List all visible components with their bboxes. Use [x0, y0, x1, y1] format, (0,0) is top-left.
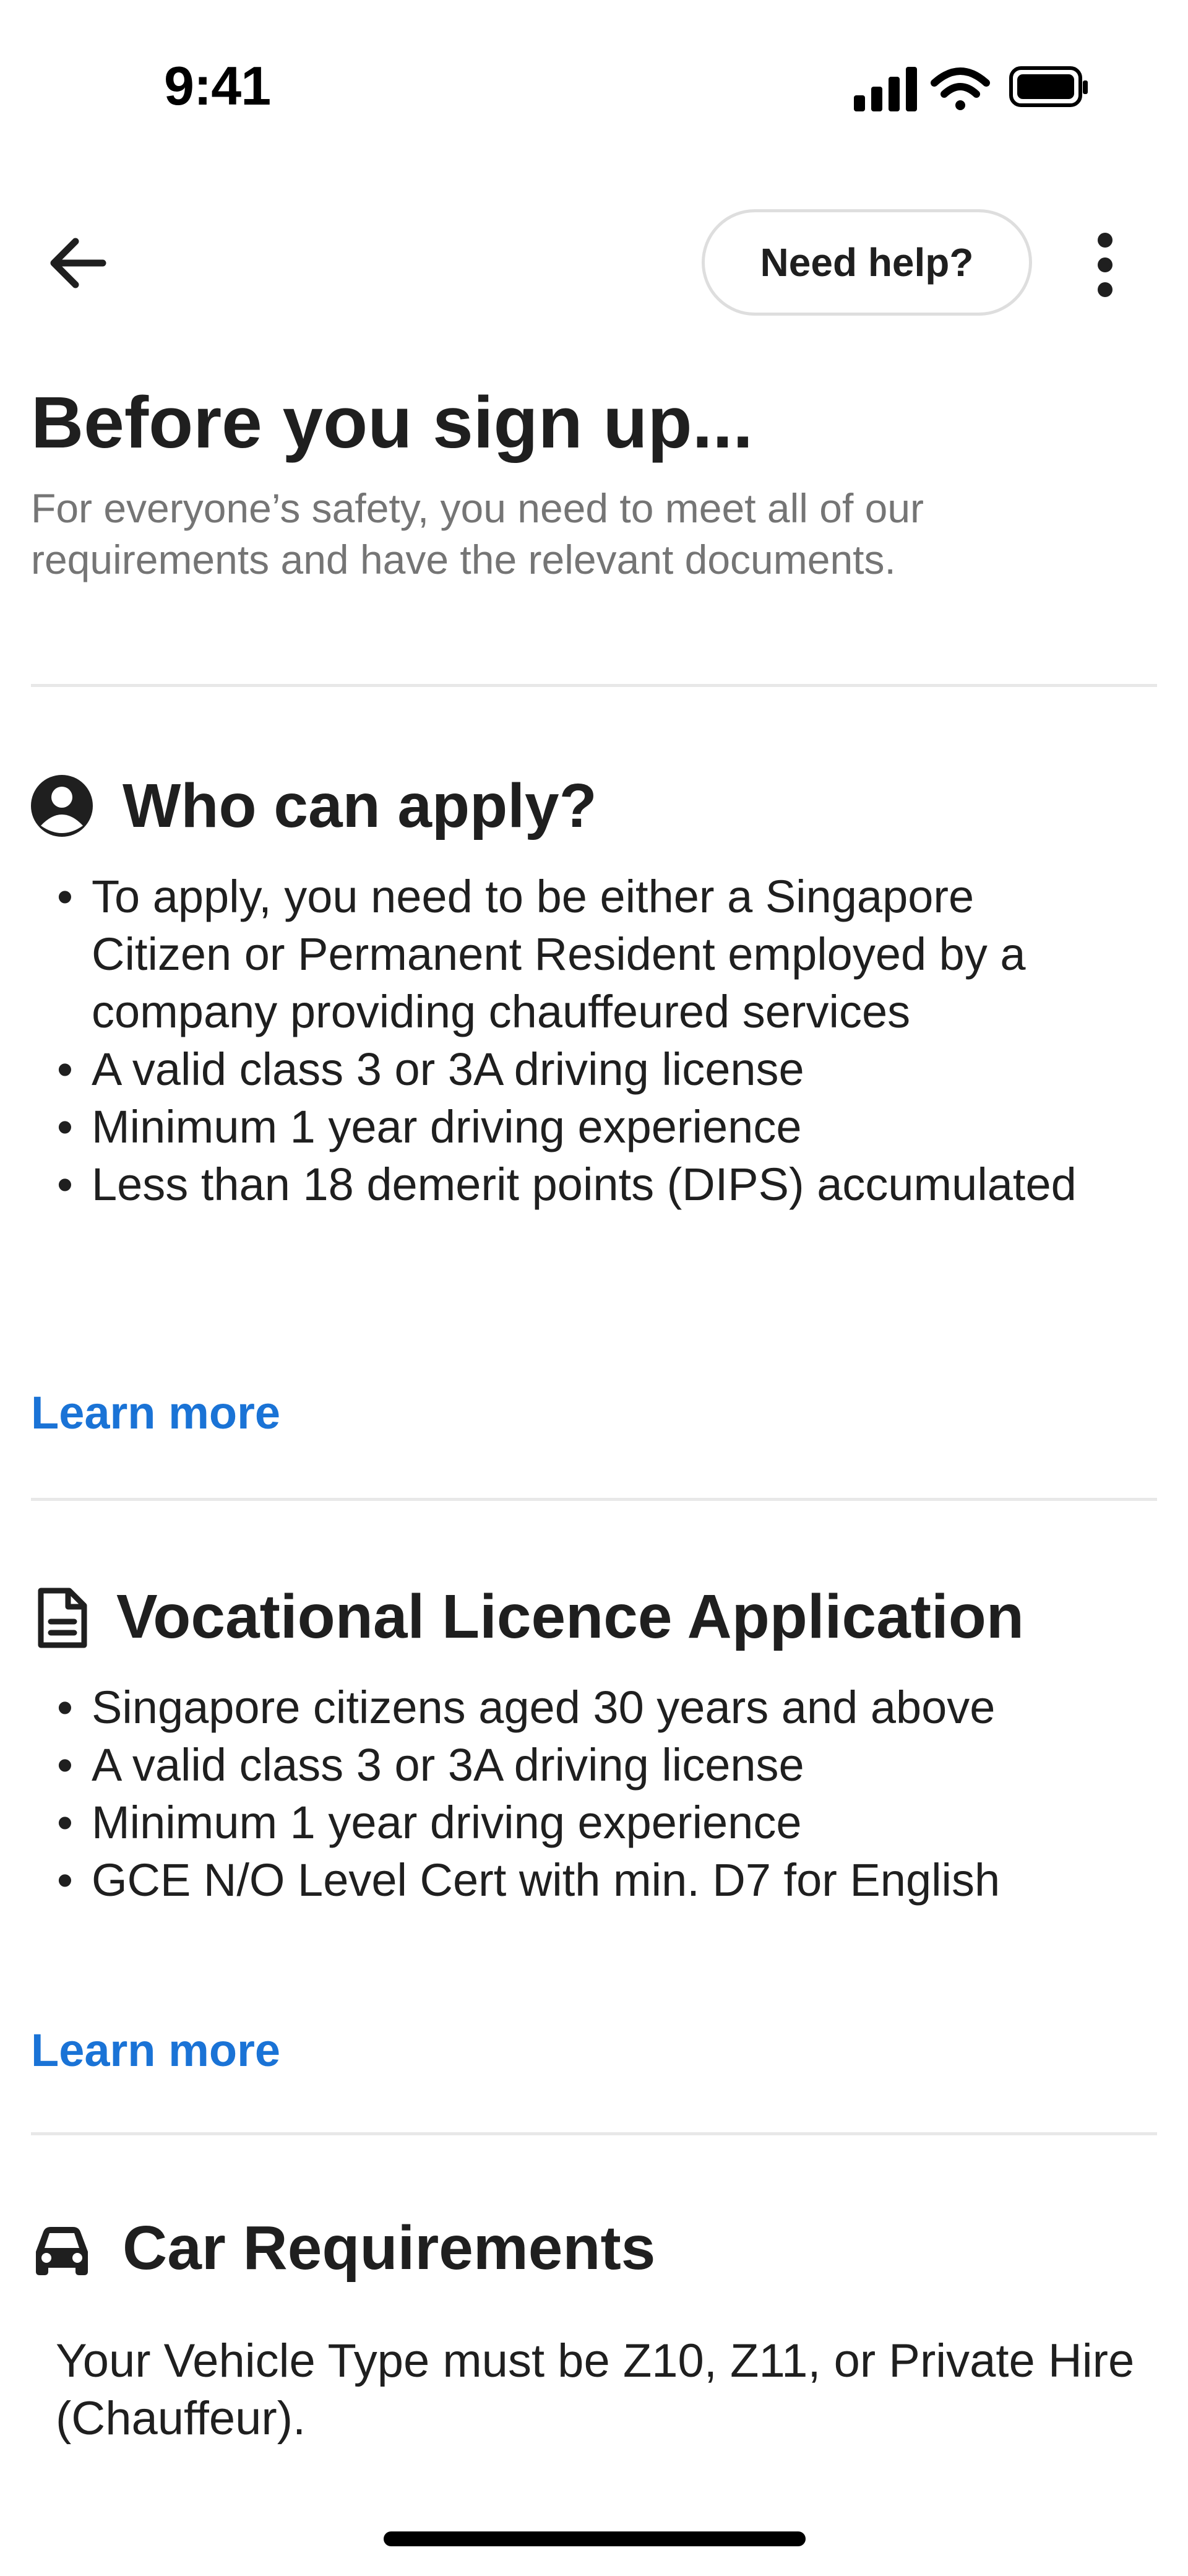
divider — [31, 2132, 1157, 2135]
car-icon — [30, 2217, 94, 2281]
arrow-left-icon — [50, 238, 106, 288]
back-button[interactable] — [43, 229, 111, 297]
status-icons — [854, 62, 1089, 114]
learn-more-link-vocational-licence[interactable]: Learn more — [31, 2024, 280, 2077]
learn-more-link-who-can-apply[interactable]: Learn more — [31, 1386, 280, 1439]
more-vertical-icon — [1098, 233, 1113, 297]
wifi-icon — [931, 67, 990, 110]
list-item: Minimum 1 year driving experience — [31, 1794, 1120, 1851]
list-item: A valid class 3 or 3A driving license — [31, 1040, 1120, 1098]
divider — [31, 1498, 1157, 1501]
page-subtitle: For everyone’s safety, you need to meet … — [31, 485, 924, 582]
who-can-apply-list: To apply, you need to be either a Singap… — [31, 868, 1120, 1213]
more-options-button[interactable] — [1080, 229, 1130, 303]
list-item: Singapore citizens aged 30 years and abo… — [31, 1679, 1120, 1736]
home-indicator — [384, 2531, 806, 2546]
need-help-button[interactable]: Need help? — [702, 209, 1032, 316]
list-item: Less than 18 demerit points (DIPS) accum… — [31, 1156, 1120, 1213]
vocational-licence-list: Singapore citizens aged 30 years and abo… — [31, 1679, 1120, 1909]
account-circle-icon — [30, 774, 94, 838]
page-title: Before you sign up... — [31, 382, 753, 464]
divider — [31, 684, 1157, 687]
status-time: 9:41 — [164, 55, 271, 116]
battery-icon — [1009, 66, 1088, 107]
car-requirements-text: Your Vehicle Type must be Z10, Z11, or P… — [56, 2335, 1135, 2445]
document-icon — [30, 1586, 94, 1650]
list-item: To apply, you need to be either a Singap… — [31, 868, 1120, 1040]
section-title-car-requirements: Car Requirements — [123, 2213, 656, 2283]
list-item: A valid class 3 or 3A driving license — [31, 1736, 1120, 1794]
list-item: Minimum 1 year driving experience — [31, 1098, 1120, 1156]
list-item: GCE N/O Level Cert with min. D7 for Engl… — [31, 1851, 1120, 1909]
section-title-vocational-licence: Vocational Licence Application — [116, 1582, 1024, 1651]
cellular-signal-icon — [854, 67, 917, 111]
section-title-who-can-apply: Who can apply? — [123, 771, 597, 841]
